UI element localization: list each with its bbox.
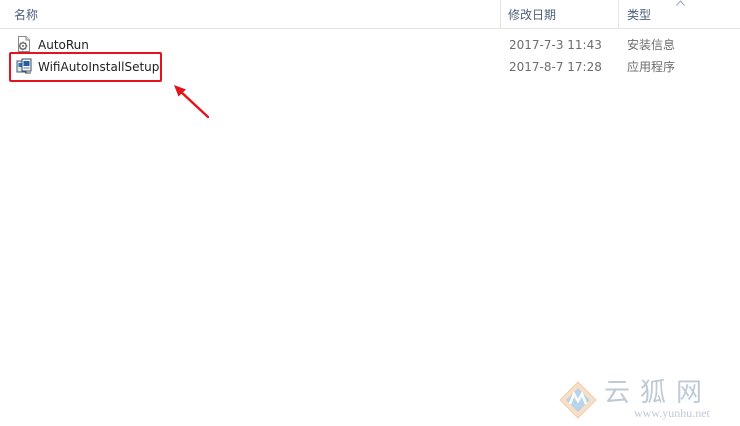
watermark-url: www.yunhu.net — [634, 406, 710, 420]
file-modified-date: 2017-8-7 17:28 — [509, 60, 602, 74]
red-pointer-arrow-icon — [174, 85, 210, 119]
column-header-modified[interactable]: 修改日期 — [508, 0, 556, 28]
file-name: AutoRun — [38, 38, 89, 52]
settings-file-icon — [18, 36, 30, 52]
file-type: 应用程序 — [627, 60, 676, 74]
yunhu-logo-icon — [559, 381, 597, 419]
file-type: 安装信息 — [627, 38, 676, 52]
column-header-name[interactable]: 名称 — [14, 0, 38, 28]
sort-up-arrow-icon — [676, 0, 685, 6]
column-header-type[interactable]: 类型 — [627, 0, 651, 28]
file-modified-date: 2017-7-3 11:43 — [509, 38, 602, 52]
column-divider[interactable] — [500, 0, 501, 28]
file-explorer-list: 名称 修改日期 类型 AutoRun 2017-7-3 11:43 安装信息 W… — [0, 0, 740, 426]
red-highlight-box — [9, 52, 162, 82]
watermark-text: 云狐网 — [604, 378, 713, 408]
file-row-autorun[interactable]: AutoRun 2017-7-3 11:43 安装信息 — [0, 34, 740, 54]
watermark: 云狐网 www.yunhu.net — [556, 376, 740, 426]
column-divider[interactable] — [618, 0, 619, 28]
column-header-row: 名称 修改日期 类型 — [0, 0, 740, 29]
